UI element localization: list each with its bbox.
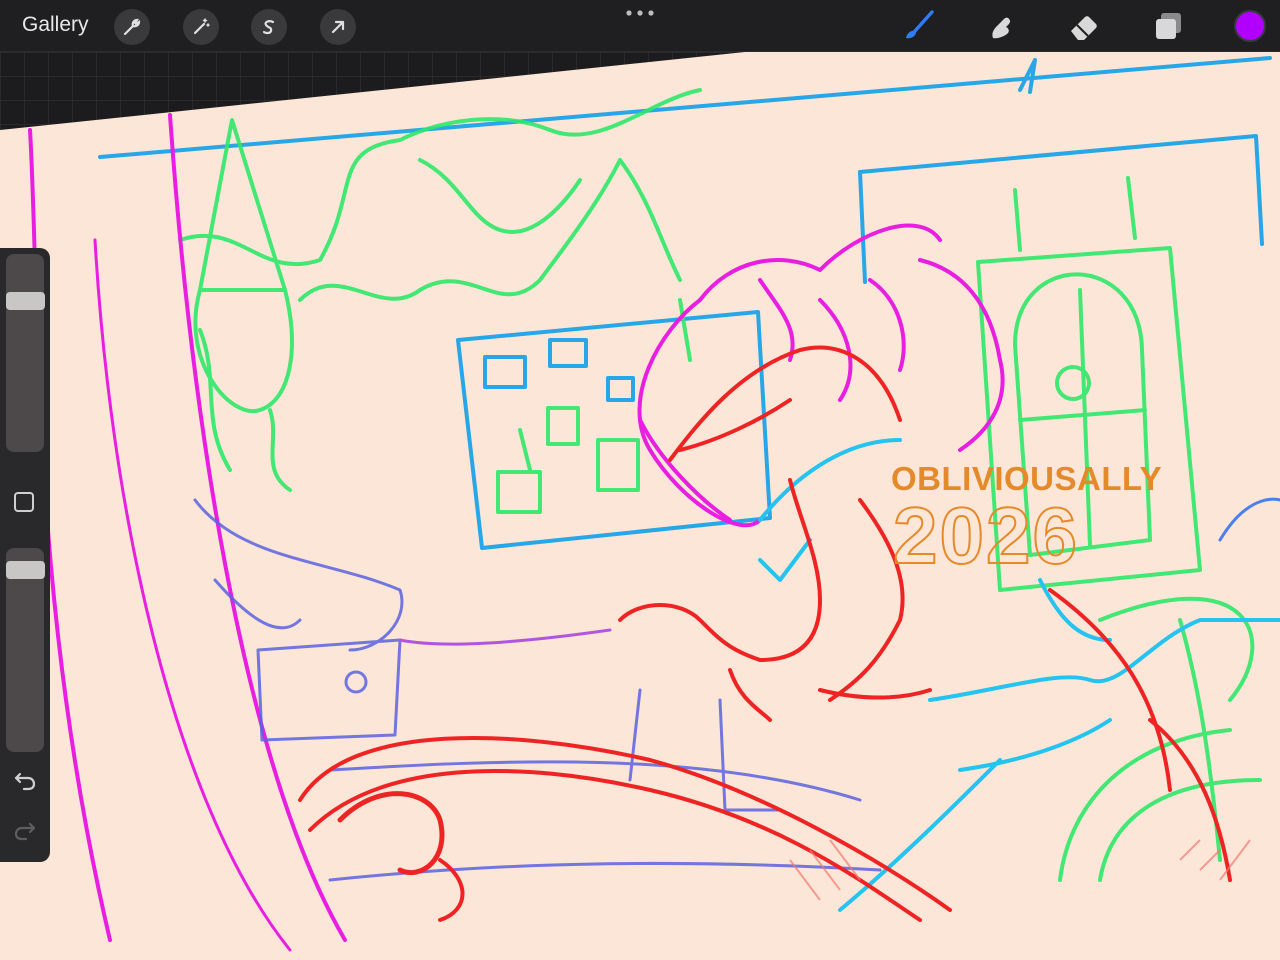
brush-size-slider[interactable] [6,254,45,452]
smudge-icon [992,17,1011,39]
magic-wand-icon [193,18,210,35]
watermark-year: 2026 [892,490,1079,581]
brush-opacity-slider[interactable] [6,548,45,752]
modify-square-button[interactable] [14,492,34,512]
undo-button[interactable] [12,768,38,794]
brush-icon [906,10,934,39]
layers-icon [1156,13,1181,39]
eraser-icon [1071,16,1097,40]
eraser-tool-button[interactable] [1066,8,1102,44]
brush-size-thumb[interactable] [6,292,45,311]
transform-arrow-icon [331,20,345,34]
color-swatch[interactable] [1234,10,1266,42]
brush-tool-button[interactable] [900,8,936,44]
actions-button[interactable] [114,9,150,45]
brush-opacity-thumb[interactable] [6,560,45,579]
redo-icon [14,822,36,841]
wrench-icon [123,18,141,36]
gallery-button[interactable]: Gallery [22,13,89,37]
transform-button[interactable] [320,9,356,45]
smudge-tool-button[interactable] [983,8,1019,44]
left-sidebar [0,248,50,862]
adjustments-button[interactable] [183,9,219,45]
redo-button[interactable] [12,818,38,844]
top-toolbar: Gallery [0,0,1280,52]
more-dots-icon[interactable] [624,6,656,20]
undo-icon [14,772,36,791]
selection-s-icon [262,20,275,35]
layers-button[interactable] [1150,8,1186,44]
selection-button[interactable] [251,9,287,45]
